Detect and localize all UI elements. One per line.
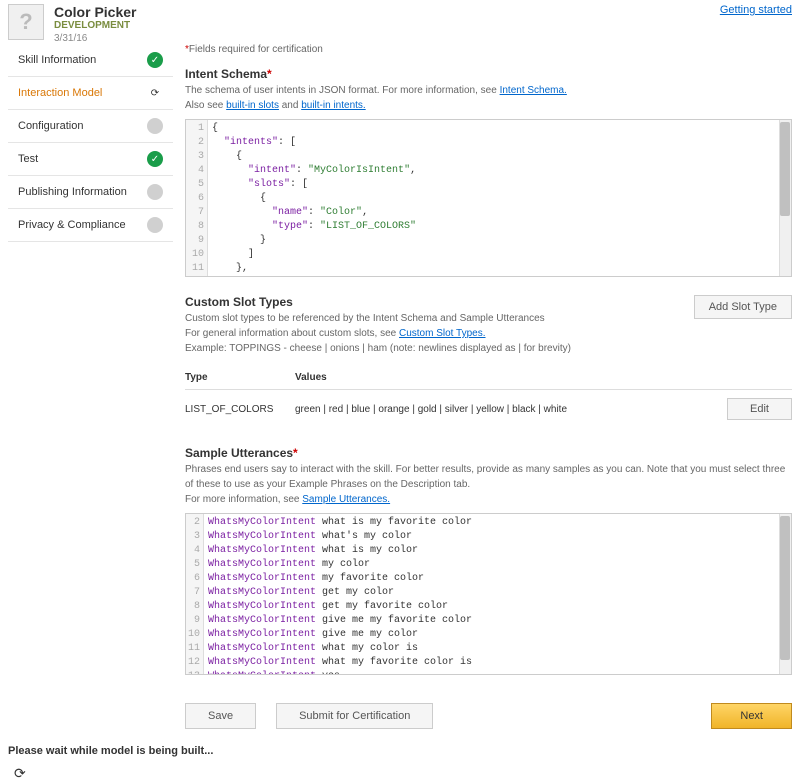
- sample-utterances-section: Sample Utterances* Phrases end users say…: [185, 446, 792, 675]
- scrollbar[interactable]: [779, 514, 791, 674]
- submit-certification-button[interactable]: Submit for Certification: [276, 703, 433, 729]
- th-type: Type: [185, 372, 295, 383]
- builtin-slots-link[interactable]: built-in slots: [226, 100, 279, 111]
- dev-badge: DEVELOPMENT: [54, 20, 720, 31]
- sidebar-item-skill-information[interactable]: Skill Information ✓: [8, 44, 173, 77]
- loading-spinner-icon: ⟳: [14, 765, 26, 782]
- sample-utterances-editor[interactable]: 234567891011121314151617 WhatsMyColorInt…: [185, 513, 792, 675]
- slot-type-name: LIST_OF_COLORS: [185, 404, 295, 415]
- save-button[interactable]: Save: [185, 703, 256, 729]
- sidebar-item-privacy-compliance[interactable]: Privacy & Compliance: [8, 209, 173, 242]
- edit-slot-button[interactable]: Edit: [727, 398, 792, 420]
- sample-utterances-link[interactable]: Sample Utterances.: [302, 494, 390, 505]
- sidebar-item-label: Test: [18, 153, 38, 165]
- header-info: Color Picker DEVELOPMENT 3/31/16: [54, 4, 720, 44]
- app-title: Color Picker: [54, 4, 720, 20]
- add-slot-type-button[interactable]: Add Slot Type: [694, 295, 792, 319]
- th-values: Values: [295, 372, 712, 383]
- getting-started-link[interactable]: Getting started: [720, 4, 792, 44]
- intent-schema-desc: The schema of user intents in JSON forma…: [185, 83, 792, 113]
- intent-schema-title: Intent Schema*: [185, 67, 792, 81]
- intent-schema-editor[interactable]: 12345678910111213141516 { "intents": [ {…: [185, 119, 792, 277]
- sidebar-item-label: Publishing Information: [18, 186, 127, 198]
- loading-icon: ⟳: [147, 85, 163, 101]
- slot-types-table: Type Values LIST_OF_COLORS green | red |…: [185, 366, 792, 428]
- circle-icon: [147, 184, 163, 200]
- table-row: LIST_OF_COLORS green | red | blue | oran…: [185, 390, 792, 428]
- form-footer: Save Submit for Certification Next: [185, 693, 792, 735]
- sidebar-item-configuration[interactable]: Configuration: [8, 110, 173, 143]
- check-icon: ✓: [147, 52, 163, 68]
- builtin-intents-link[interactable]: built-in intents.: [301, 100, 365, 111]
- sidebar-item-label: Configuration: [18, 120, 83, 132]
- sample-utterances-desc: Phrases end users say to interact with t…: [185, 462, 792, 507]
- circle-icon: [147, 118, 163, 134]
- sidebar-nav: Skill Information ✓ Interaction Model ⟳ Conf…: [8, 44, 173, 735]
- circle-icon: [147, 217, 163, 233]
- custom-slot-types-link[interactable]: Custom Slot Types.: [399, 328, 486, 339]
- check-icon: ✓: [147, 151, 163, 167]
- slot-type-values: green | red | blue | orange | gold | sil…: [295, 404, 712, 415]
- sidebar-item-publishing-information[interactable]: Publishing Information: [8, 176, 173, 209]
- main-content: *Fields required for certification Inten…: [173, 44, 792, 735]
- required-fields-note: *Fields required for certification: [185, 44, 792, 55]
- page-header: ? Color Picker DEVELOPMENT 3/31/16 Getti…: [0, 0, 800, 44]
- intent-schema-link[interactable]: Intent Schema.: [500, 85, 567, 96]
- app-date: 3/31/16: [54, 33, 720, 44]
- sidebar-item-label: Skill Information: [18, 54, 96, 66]
- sample-utterances-title: Sample Utterances*: [185, 446, 792, 460]
- sidebar-item-test[interactable]: Test ✓: [8, 143, 173, 176]
- custom-slots-desc: Custom slot types to be referenced by th…: [185, 311, 571, 356]
- custom-slots-title: Custom Slot Types: [185, 295, 571, 309]
- intent-schema-section: Intent Schema* The schema of user intent…: [185, 67, 792, 277]
- app-thumbnail: ?: [8, 4, 44, 40]
- sidebar-item-label: Interaction Model: [18, 87, 102, 99]
- custom-slots-section: Custom Slot Types Custom slot types to b…: [185, 295, 792, 428]
- sidebar-item-interaction-model[interactable]: Interaction Model ⟳: [8, 77, 173, 110]
- next-button[interactable]: Next: [711, 703, 792, 729]
- build-wait-message: Please wait while model is being built..…: [0, 735, 800, 761]
- sidebar-item-label: Privacy & Compliance: [18, 219, 126, 231]
- scrollbar[interactable]: [779, 120, 791, 276]
